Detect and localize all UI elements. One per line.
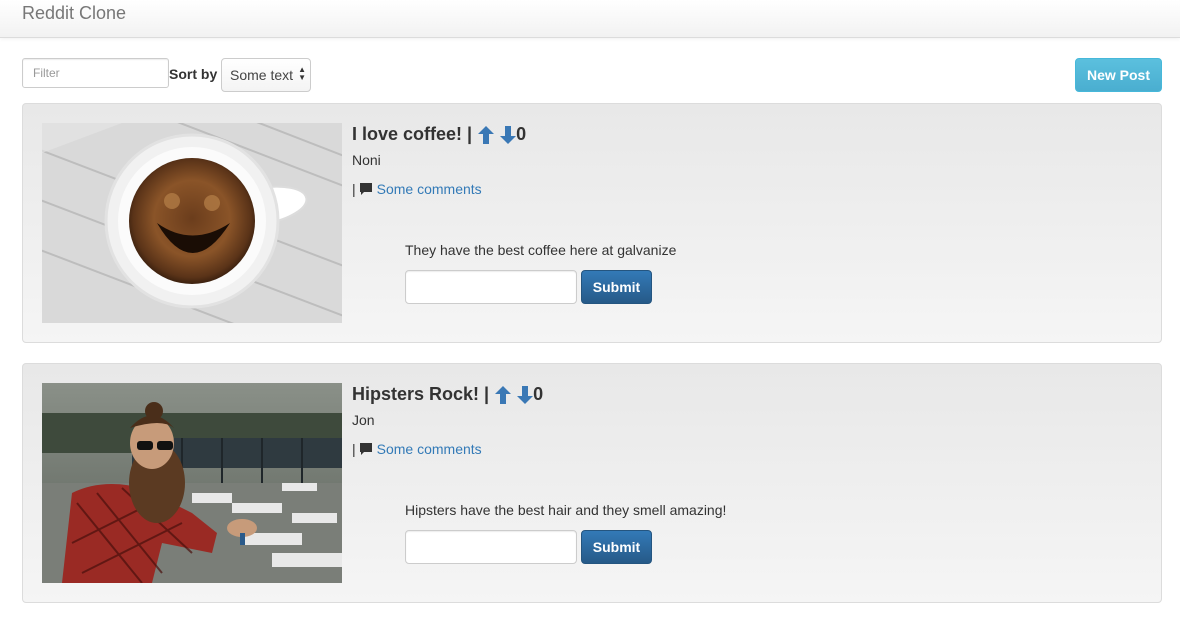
vote-count: 0 xyxy=(533,384,544,404)
vote-count: 0 xyxy=(516,124,527,144)
post-body: Hipsters have the best hair and they sme… xyxy=(405,502,727,518)
post-title[interactable]: I love coffee! xyxy=(352,124,462,145)
comment-bubble-icon xyxy=(359,443,372,455)
post-card: I love coffee! | 0 Noni | Some comments … xyxy=(22,103,1162,343)
sort-select[interactable]: Some text ▲ ▼ xyxy=(221,58,311,92)
post-author: Noni xyxy=(352,152,381,168)
comment-input[interactable] xyxy=(405,530,577,564)
filter-input[interactable] xyxy=(22,58,169,88)
title-separator: | xyxy=(484,384,490,404)
sort-selected-value: Some text xyxy=(230,67,294,83)
toolbar: Sort by Some text ▲▼ New Post xyxy=(22,58,1162,92)
post-card: Hipsters Rock! | 0 Jon | Some comments H… xyxy=(22,363,1162,603)
post-image-coffee xyxy=(42,123,342,323)
post-author: Jon xyxy=(352,412,375,428)
downvote-arrow-icon[interactable] xyxy=(500,125,517,144)
comments-link[interactable]: Some comments xyxy=(377,441,482,457)
comment-bubble-icon xyxy=(359,183,372,195)
submit-button[interactable]: Submit xyxy=(581,270,652,304)
submit-button[interactable]: Submit xyxy=(581,530,652,564)
downvote-arrow-icon[interactable] xyxy=(517,385,534,404)
select-arrows-icon: ▲ ▼ xyxy=(298,65,306,82)
upvote-arrow-icon[interactable] xyxy=(478,125,495,144)
comments-row: | Some comments xyxy=(352,181,482,197)
comments-row: | Some comments xyxy=(352,441,482,457)
post-body: They have the best coffee here at galvan… xyxy=(405,242,677,258)
comments-separator: | xyxy=(352,441,356,457)
new-post-button[interactable]: New Post xyxy=(1075,58,1162,92)
navbar: Reddit Clone xyxy=(0,0,1180,38)
upvote-arrow-icon[interactable] xyxy=(495,385,512,404)
app-title[interactable]: Reddit Clone xyxy=(22,3,126,24)
post-title-row: Hipsters Rock! | 0 xyxy=(352,384,543,405)
comments-link[interactable]: Some comments xyxy=(377,181,482,197)
post-image-hipster xyxy=(42,383,342,583)
sort-label: Sort by xyxy=(169,66,218,82)
comment-input[interactable] xyxy=(405,270,577,304)
title-separator: | xyxy=(467,124,473,144)
post-title[interactable]: Hipsters Rock! xyxy=(352,384,479,405)
post-title-row: I love coffee! | 0 xyxy=(352,124,526,145)
comments-separator: | xyxy=(352,181,356,197)
